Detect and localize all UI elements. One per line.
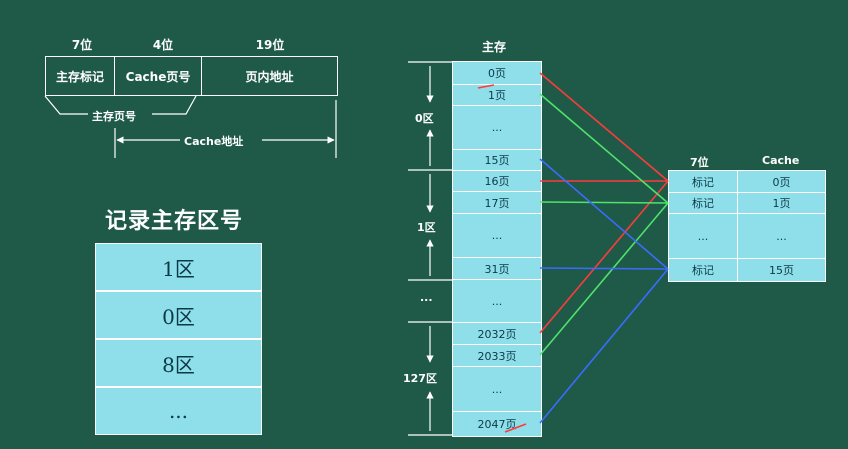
green-mapping-lines — [539, 93, 669, 356]
chalk-mark — [477, 84, 495, 89]
zone-label-127: 127区 — [403, 369, 437, 387]
chalkboard: 7位 4位 19位 主存标记 Cache页号 页内地址 主存页号 Cache地址… — [0, 0, 848, 449]
zone-label-1: 1区 — [417, 218, 436, 236]
main-page-bracket — [44, 95, 197, 115]
zone-label-gap: ... — [420, 290, 433, 305]
zone-label-0: 0区 — [415, 109, 434, 127]
chalk-mark — [504, 423, 527, 433]
blue-mapping-lines — [539, 158, 669, 424]
